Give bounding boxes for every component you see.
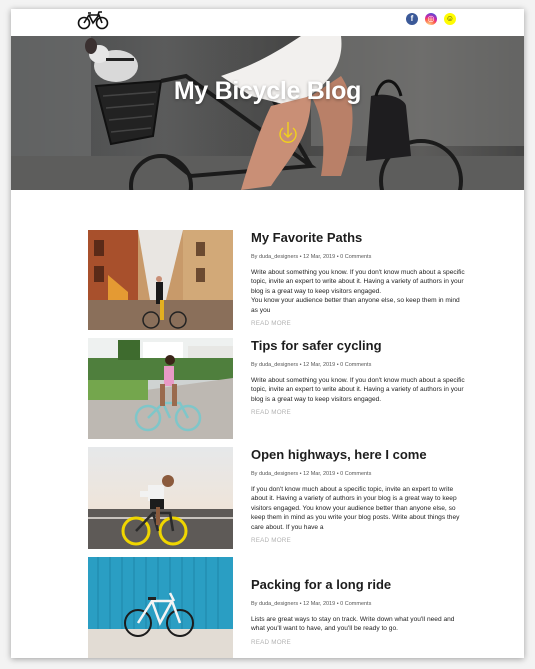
arrow-down-circle-icon[interactable] <box>279 121 297 147</box>
post-excerpt: Lists are great ways to stay on track. W… <box>251 615 467 634</box>
facebook-glyph: f <box>410 14 414 23</box>
post-meta: By duda_designers • 12 Mar, 2019 • 0 Com… <box>251 601 372 607</box>
blog-title: My Bicycle Blog <box>173 77 362 105</box>
excerpt-paragraph: Lists are great ways to stay on track. W… <box>251 616 455 633</box>
cyclist-photo <box>88 338 233 439</box>
post-thumbnail[interactable] <box>88 447 233 549</box>
post-title[interactable]: My Favorite Paths <box>251 230 467 245</box>
post-content: Tips for safer cycling By duda_designers… <box>251 338 467 416</box>
post-title[interactable]: Packing for a long ride <box>251 577 467 592</box>
read-more-link[interactable]: READ MORE <box>251 639 467 646</box>
post-thumbnail[interactable] <box>88 230 233 330</box>
bicycle-icon[interactable] <box>77 10 109 30</box>
excerpt-paragraph: Write about something you know. If you d… <box>251 377 465 403</box>
post-content: Packing for a long ride By duda_designer… <box>251 577 467 646</box>
post-excerpt: Write about something you know. If you d… <box>251 376 467 404</box>
street-photo <box>88 230 233 330</box>
blog-page: f ◎ ☺ My Bicycle Blog My Favorite Paths … <box>11 9 524 658</box>
hero-banner: My Bicycle Blog <box>11 36 524 190</box>
post-meta: By duda_designers • 12 Mar, 2019 • 0 Com… <box>251 471 372 477</box>
post-content: Open highways, here I come By duda_desig… <box>251 447 467 544</box>
post-meta: By duda_designers • 12 Mar, 2019 • 0 Com… <box>251 362 372 368</box>
highway-photo <box>88 447 233 549</box>
post-thumbnail[interactable] <box>88 557 233 658</box>
post-meta: By duda_designers • 12 Mar, 2019 • 0 Com… <box>251 254 372 260</box>
instagram-icon[interactable]: ◎ <box>425 13 437 25</box>
snapchat-glyph: ☺ <box>445 14 455 23</box>
hero-photo <box>11 36 524 190</box>
post-title[interactable]: Tips for safer cycling <box>251 338 467 353</box>
post-content: My Favorite Paths By duda_designers • 12… <box>251 230 467 327</box>
excerpt-paragraph: You know your audience better than anyon… <box>251 297 460 314</box>
read-more-link[interactable]: READ MORE <box>251 537 467 544</box>
blue-wall-photo <box>88 557 233 658</box>
excerpt-paragraph: If you don't know much about a specific … <box>251 486 460 531</box>
post-excerpt: If you don't know much about a specific … <box>251 485 467 532</box>
read-more-link[interactable]: READ MORE <box>251 409 467 416</box>
social-links: f ◎ ☺ <box>406 13 456 25</box>
read-more-link[interactable]: READ MORE <box>251 320 467 327</box>
instagram-glyph: ◎ <box>427 14 435 23</box>
facebook-icon[interactable]: f <box>406 13 418 25</box>
post-title[interactable]: Open highways, here I come <box>251 447 467 462</box>
excerpt-paragraph: Write about something you know. If you d… <box>251 269 465 295</box>
post-excerpt: Write about something you know. If you d… <box>251 268 467 315</box>
snapchat-icon[interactable]: ☺ <box>444 13 456 25</box>
top-bar: f ◎ ☺ <box>11 9 524 36</box>
post-thumbnail[interactable] <box>88 338 233 439</box>
